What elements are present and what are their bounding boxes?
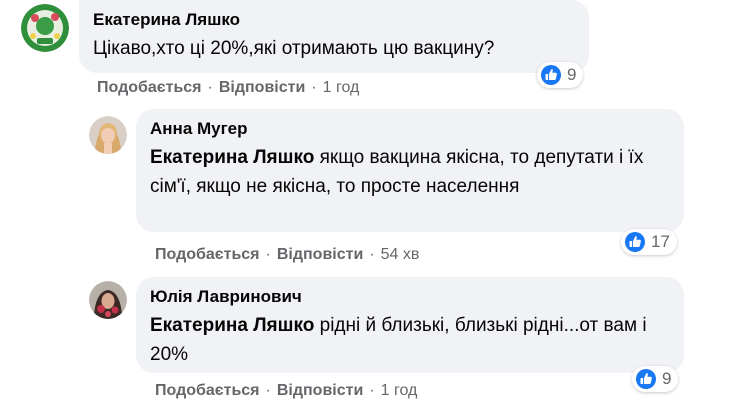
comment-author[interactable]: Анна Мугер: [150, 118, 670, 140]
separator: ·: [369, 246, 375, 263]
separator: ·: [265, 382, 271, 399]
comment-author[interactable]: Юлія Лавринович: [150, 286, 670, 308]
comment-time[interactable]: 1 год: [323, 79, 360, 96]
reactions-badge[interactable]: 9: [537, 62, 584, 88]
comment-actions: Подобається · Відповісти · 1 год: [155, 381, 417, 401]
like-icon: [541, 65, 561, 85]
mention-link[interactable]: Екатерина Ляшко: [150, 147, 314, 168]
comment-text: Екатерина Ляшко рідні й близькі, близькі…: [150, 311, 670, 369]
comment-bubble: Анна Мугер Екатерина Ляшко якщо вакцина …: [136, 109, 684, 232]
comment-text: Цікаво,хто ці 20%,які отримають цю вакци…: [93, 38, 495, 59]
separator: ·: [311, 79, 317, 96]
like-button[interactable]: Подобається: [155, 382, 260, 399]
comment-time[interactable]: 54 хв: [381, 246, 420, 263]
separator: ·: [207, 79, 213, 96]
reactions-count: 9: [662, 369, 672, 388]
like-button[interactable]: Подобається: [97, 79, 202, 96]
comment-bubble: Юлія Лавринович Екатерина Ляшко рідні й …: [136, 277, 684, 373]
reactions-badge[interactable]: 17: [621, 229, 677, 255]
like-icon: [625, 232, 645, 252]
like-icon: [636, 369, 656, 389]
comment-actions: Подобається · Відповісти · 54 хв: [155, 245, 419, 265]
comment-bubble: Екатерина Ляшко Цікаво,хто ці 20%,які от…: [79, 0, 589, 73]
avatar[interactable]: [89, 116, 127, 154]
separator: ·: [265, 246, 271, 263]
comment-author[interactable]: Екатерина Ляшко: [93, 9, 575, 31]
like-button[interactable]: Подобається: [155, 246, 260, 263]
reactions-count: 9: [567, 65, 577, 84]
comment-actions: Подобається · Відповісти · 1 год: [97, 78, 359, 98]
reply-button[interactable]: Відповісти: [277, 246, 363, 263]
comment-time[interactable]: 1 год: [381, 382, 418, 399]
mention-link[interactable]: Екатерина Ляшко: [150, 315, 314, 336]
separator: ·: [369, 382, 375, 399]
reactions-badge[interactable]: 9: [632, 366, 679, 392]
reply-button[interactable]: Відповісти: [277, 382, 363, 399]
reply-button[interactable]: Відповісти: [219, 79, 305, 96]
avatar[interactable]: [21, 4, 69, 52]
comment-text: Екатерина Ляшко якщо вакцина якісна, то …: [150, 143, 670, 201]
avatar[interactable]: [89, 281, 127, 319]
reactions-count: 17: [651, 232, 670, 251]
